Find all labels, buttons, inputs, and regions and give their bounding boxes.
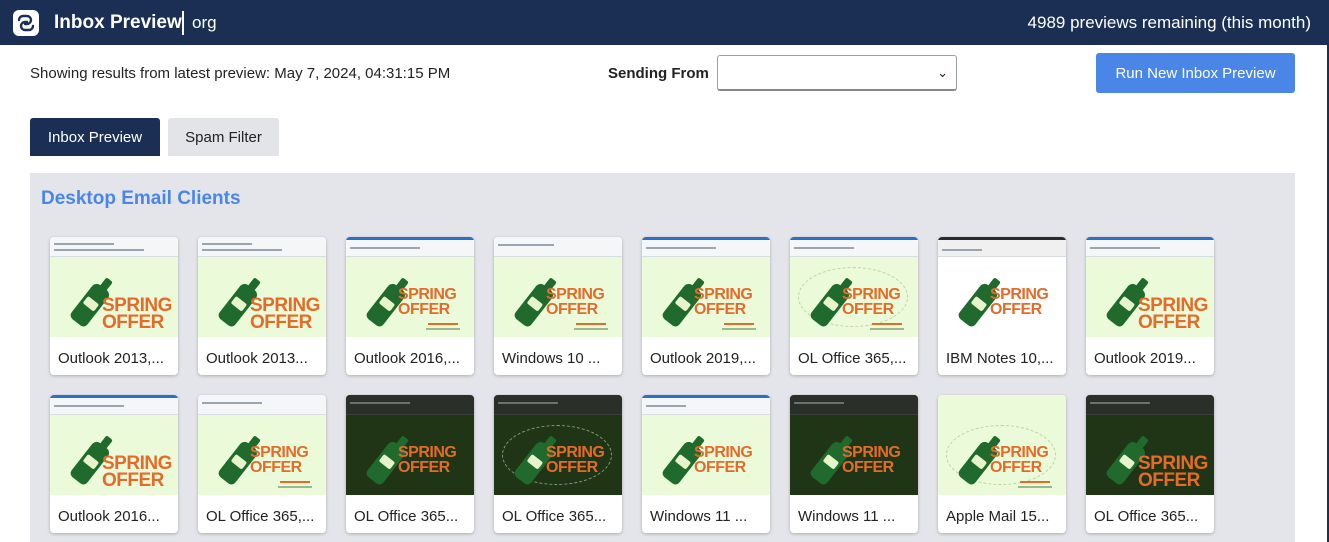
client-label: Outlook 2019,... [650, 350, 756, 367]
chevron-down-icon: ⌄ [937, 65, 948, 80]
preview-thumbnail: SPRING OFFER [642, 237, 770, 337]
preview-thumbnail: SPRING OFFER [1086, 237, 1214, 337]
client-label: OL Office 365,... [798, 350, 907, 367]
desktop-clients-panel: Desktop Email Clients SPRING OFFER Outloo… [30, 173, 1295, 542]
preview-thumbnail: SPRING OFFER [50, 237, 178, 337]
preview-thumbnail: SPRING OFFER [938, 395, 1066, 495]
client-label: Windows 11 ... [798, 508, 896, 525]
title-divider [182, 11, 184, 35]
client-card[interactable]: SPRING OFFER Outlook 2013,... [50, 237, 178, 375]
client-label: Outlook 2019... [1094, 350, 1196, 367]
client-label: Windows 10 ... [502, 350, 601, 367]
preview-thumbnail: SPRING OFFER [198, 237, 326, 337]
client-card[interactable]: SPRING OFFER Outlook 2019,... [642, 237, 770, 375]
latest-preview-status: Showing results from latest preview: May… [30, 65, 451, 82]
client-label: OL Office 365... [354, 508, 459, 525]
client-label: OL Office 365,... [206, 508, 315, 525]
app-logo-icon [13, 10, 39, 36]
client-card[interactable]: SPRING OFFER OL Office 365,... [198, 395, 326, 533]
client-card[interactable]: SPRING OFFER Windows 11 ... [790, 395, 918, 533]
client-card[interactable]: SPRING OFFER OL Office 365... [494, 395, 622, 533]
preview-thumbnail: SPRING OFFER [50, 395, 178, 495]
client-label: Apple Mail 15... [946, 508, 1050, 525]
preview-thumbnail: SPRING OFFER [938, 237, 1066, 337]
client-card[interactable]: SPRING OFFER IBM Notes 10,... [938, 237, 1066, 375]
preview-thumbnail: SPRING OFFER [790, 395, 918, 495]
client-label: Outlook 2013,... [58, 350, 164, 367]
run-new-inbox-preview-button[interactable]: Run New Inbox Preview [1096, 53, 1295, 93]
preview-thumbnail: SPRING OFFER [642, 395, 770, 495]
org-name: org [192, 13, 217, 32]
preview-thumbnail: SPRING OFFER [346, 395, 474, 495]
client-card[interactable]: SPRING OFFER Outlook 2019... [1086, 237, 1214, 375]
app-title: Inbox Preview [54, 12, 182, 33]
preview-thumbnail: SPRING OFFER [494, 395, 622, 495]
preview-thumbnail: SPRING OFFER [346, 237, 474, 337]
client-card[interactable]: SPRING OFFER Outlook 2016... [50, 395, 178, 533]
preview-thumbnail: SPRING OFFER [790, 237, 918, 337]
client-card[interactable]: SPRING OFFER Apple Mail 15... [938, 395, 1066, 533]
preview-thumbnail: SPRING OFFER [494, 237, 622, 337]
client-label: Outlook 2016... [58, 508, 160, 525]
sending-from-label: Sending From [608, 65, 709, 82]
top-bar: Inbox Preview org 4989 previews remainin… [0, 0, 1329, 45]
client-label: IBM Notes 10,... [946, 350, 1054, 367]
client-card[interactable]: SPRING OFFER Outlook 2016,... [346, 237, 474, 375]
client-card[interactable]: SPRING OFFER OL Office 365... [1086, 395, 1214, 533]
section-title: Desktop Email Clients [41, 188, 241, 209]
preview-thumbnail: SPRING OFFER [198, 395, 326, 495]
tab-spam-filter[interactable]: Spam Filter [168, 118, 279, 156]
client-card[interactable]: SPRING OFFER OL Office 365,... [790, 237, 918, 375]
client-label: OL Office 365... [1094, 508, 1199, 525]
sending-from-select[interactable]: ⌄ [717, 55, 957, 91]
client-label: Outlook 2016,... [354, 350, 460, 367]
client-card[interactable]: SPRING OFFER Windows 10 ... [494, 237, 622, 375]
tab-inbox-preview[interactable]: Inbox Preview [30, 118, 160, 156]
previews-remaining: 4989 previews remaining (this month) [1027, 13, 1311, 32]
client-card[interactable]: SPRING OFFER Outlook 2013... [198, 237, 326, 375]
preview-thumbnail: SPRING OFFER [1086, 395, 1214, 495]
client-label: Outlook 2013... [206, 350, 308, 367]
client-card[interactable]: SPRING OFFER Windows 11 ... [642, 395, 770, 533]
client-label: Windows 11 ... [650, 508, 748, 525]
client-card[interactable]: SPRING OFFER OL Office 365... [346, 395, 474, 533]
client-label: OL Office 365... [502, 508, 607, 525]
